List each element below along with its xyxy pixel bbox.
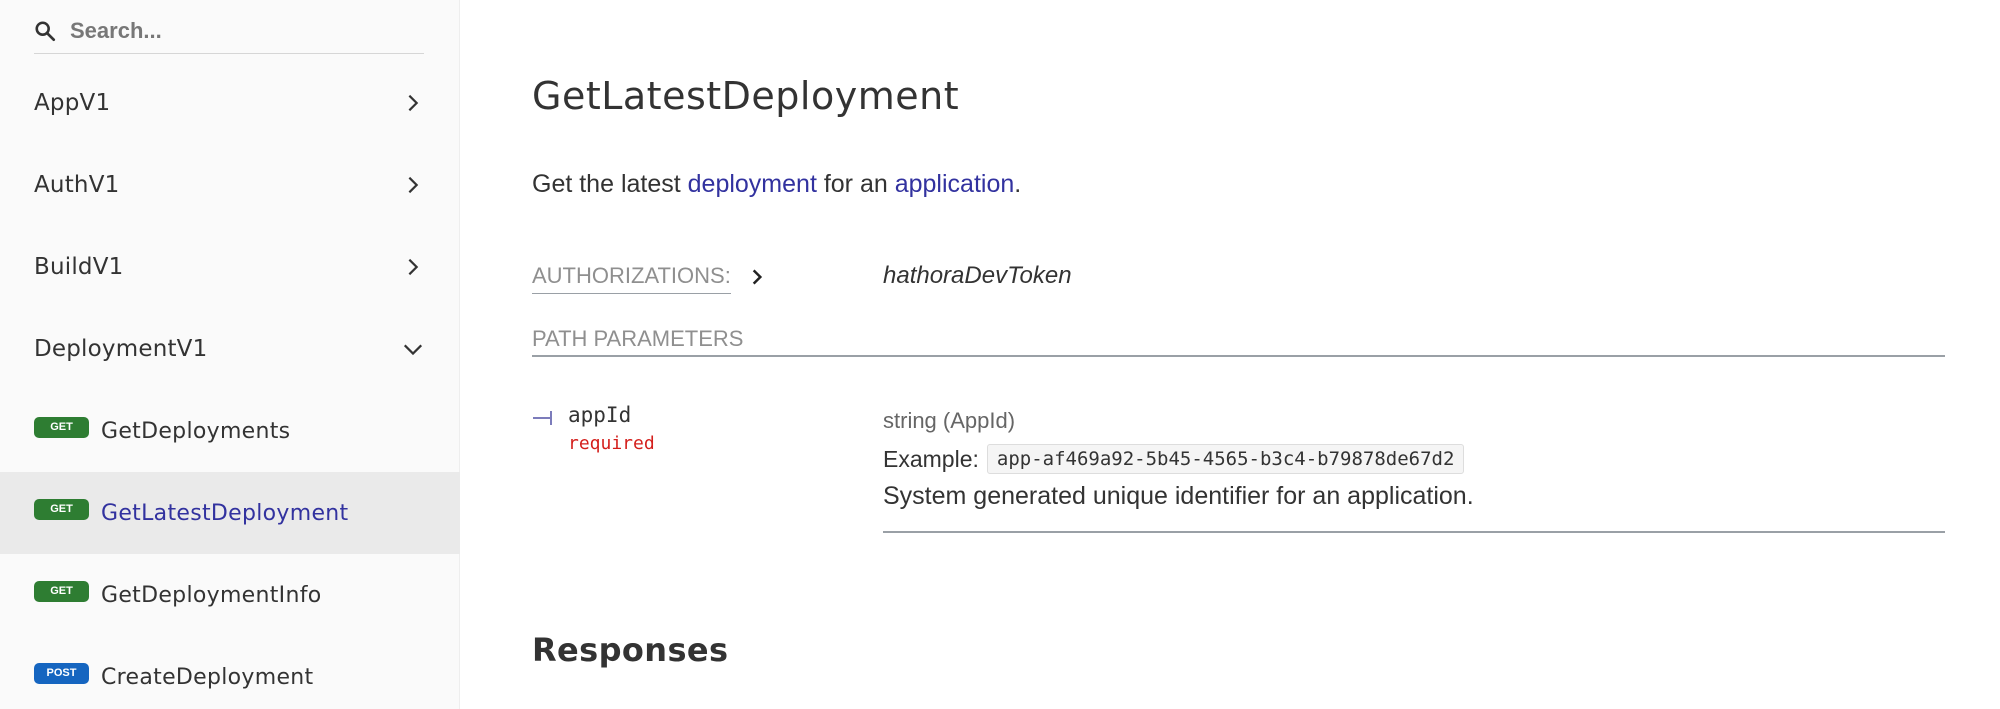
chevron-right-icon <box>408 176 419 194</box>
main-content: GetLatestDeployment Get the latest deplo… <box>460 0 2000 709</box>
search-input[interactable] <box>70 17 390 44</box>
authorization-scheme: hathoraDevToken <box>883 262 1072 289</box>
sidebar-item-label: GetDeployments <box>101 418 291 444</box>
chevron-right-icon <box>408 94 419 112</box>
chevron-right-icon <box>408 258 419 276</box>
sidebar-group-label: AppV1 <box>34 90 111 116</box>
authorizations-toggle[interactable]: AUTHORIZATIONS: <box>532 263 731 294</box>
sidebar: AppV1 AuthV1 BuildV1 DeploymentV1 GET Ge… <box>0 0 460 709</box>
sidebar-group-appv1[interactable]: AppV1 <box>0 62 460 144</box>
divider <box>532 355 1945 357</box>
sidebar-group-buildv1[interactable]: BuildV1 <box>0 226 460 308</box>
method-badge: GET <box>34 580 89 602</box>
sidebar-item-label: GetLatestDeployment <box>101 500 349 526</box>
param-example: Example: app-af469a92-5b45-4565-b3c4-b79… <box>883 444 1465 474</box>
description-text: . <box>1014 170 1022 198</box>
responses-heading: Responses <box>532 631 729 669</box>
example-value: app-af469a92-5b45-4565-b3c4-b79878de67d2 <box>986 444 1465 474</box>
param-tree-icon <box>533 411 552 425</box>
sidebar-group-deploymentv1[interactable]: DeploymentV1 <box>0 308 460 390</box>
search-box <box>34 8 424 54</box>
sidebar-item-label: CreateDeployment <box>101 664 314 690</box>
method-badge: GET <box>34 498 89 520</box>
operation-description: Get the latest deployment for an applica… <box>532 170 1021 199</box>
example-label: Example: <box>883 445 979 472</box>
path-parameters-heading: PATH PARAMETERS <box>532 326 744 351</box>
sidebar-item-getlatestdeployment[interactable]: GET GetLatestDeployment <box>0 472 460 554</box>
sidebar-item-getdeployments[interactable]: GET GetDeployments <box>0 390 460 472</box>
param-description: System generated unique identifier for a… <box>883 482 1474 510</box>
sidebar-item-label: GetDeploymentInfo <box>101 582 322 608</box>
sidebar-group-authv1[interactable]: AuthV1 <box>0 144 460 226</box>
description-text: for an <box>816 170 895 198</box>
description-text: Get the latest <box>532 170 688 198</box>
deployment-link[interactable]: deployment <box>688 170 817 198</box>
page-title: GetLatestDeployment <box>532 74 960 118</box>
application-link[interactable]: application <box>895 170 1015 198</box>
chevron-right-icon[interactable] <box>747 266 767 288</box>
param-name: appId <box>568 403 632 427</box>
method-badge: GET <box>34 416 89 438</box>
divider <box>883 531 1945 533</box>
param-type: string (AppId) <box>883 408 1016 433</box>
sidebar-group-label: DeploymentV1 <box>34 336 208 362</box>
sidebar-group-label: AuthV1 <box>34 172 120 198</box>
sidebar-group-label: BuildV1 <box>34 254 124 280</box>
method-badge: POST <box>34 662 89 684</box>
param-required-label: required <box>568 433 655 454</box>
search-icon <box>35 20 56 41</box>
sidebar-item-createdeployment[interactable]: POST CreateDeployment <box>0 636 460 709</box>
sidebar-item-getdeploymentinfo[interactable]: GET GetDeploymentInfo <box>0 554 460 636</box>
chevron-down-icon <box>403 344 423 356</box>
